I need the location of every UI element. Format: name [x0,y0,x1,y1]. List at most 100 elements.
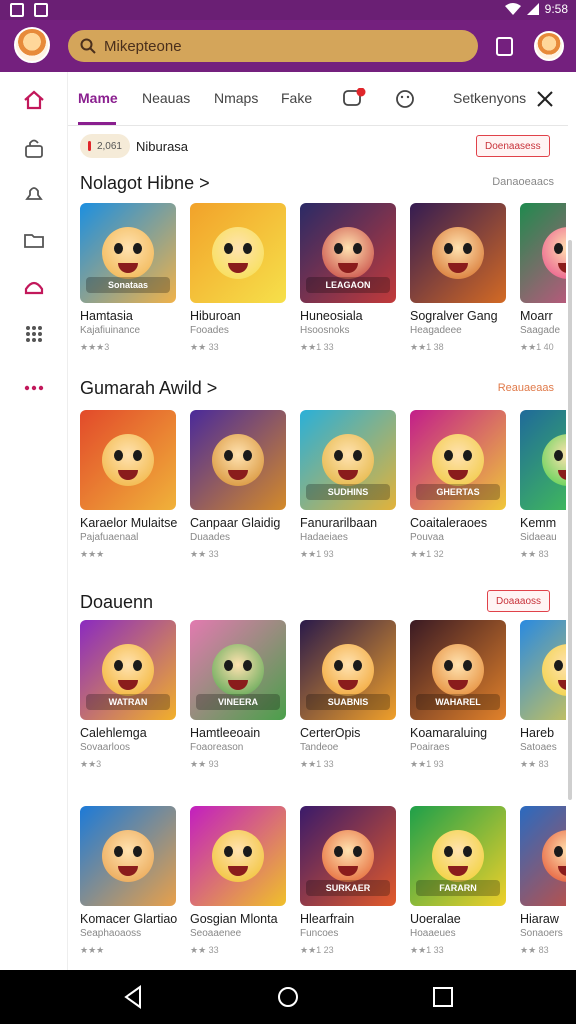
app-thumbnail[interactable] [520,806,566,906]
lock-icon[interactable] [20,134,48,162]
app-thumbnail[interactable] [190,806,286,906]
chip-count: 2,061 [96,140,122,152]
app-rating: ★★ 33 [190,945,219,955]
section-title[interactable]: Gumarah Awild > [80,378,217,399]
alarm-icon[interactable] [20,272,48,300]
action-button[interactable]: Doenaasess [476,135,550,157]
app-subtitle: Saagade [520,325,561,336]
app-card[interactable]: Hiaraw Sonaoers ★★ 83 [520,806,566,956]
tab-fake[interactable]: Fake [281,90,312,106]
app-card[interactable]: Sonataas Hamtasia Kajafiuinance ★★★3 [80,203,180,353]
tabs-button[interactable] [496,37,513,56]
home-icon[interactable] [20,86,48,114]
search-input[interactable] [104,37,464,55]
tab-maps[interactable]: Nmaps [214,90,258,106]
section-title[interactable]: Nolagot Hibne > [80,173,210,194]
app-thumbnail[interactable]: SUABNIS [300,620,396,720]
app-thumbnail[interactable]: WATRAN [80,620,176,720]
search-icon [80,38,96,54]
account-avatar[interactable] [534,31,564,61]
tab-settings[interactable]: Setkenyons [453,90,526,106]
app-card[interactable]: GHERTAS Coaitaleraoes Pouvaa ★★1 32 [410,410,510,560]
app-thumbnail[interactable] [520,410,566,510]
count-chip[interactable]: 2,061 [80,134,130,158]
app-thumbnail[interactable] [520,620,566,720]
app-card[interactable]: SUABNIS CerterOpis Tandeoe ★★1 33 [300,620,400,770]
app-title: Fanurarilbaan [300,516,378,530]
signal-icon [526,3,539,15]
section-see-all[interactable]: Danaoeaacs [492,176,554,188]
app-thumbnail[interactable] [190,410,286,510]
app-card[interactable]: Gosgian Mlonta Seoaaenee ★★ 33 [190,806,290,956]
chip-label: Niburasa [136,139,189,154]
app-card[interactable]: Canpaar Glaidig Duaades ★★ 33 [190,410,290,560]
app-card[interactable]: VINEERA Hamtleeoain Foaoreason ★★ 93 [190,620,290,770]
app-rating: ★★1 33 [410,945,444,955]
app-subtitle: Heagadeee [410,325,462,336]
app-title: Hamtleeoain [190,726,261,740]
app-subtitle: Sidaeau [520,532,557,543]
app-card[interactable]: Moarr Saagade ★★1 40 [520,203,566,353]
app-card[interactable]: LEAGAON Huneosiala Hsoosnoks ★★1 33 [300,203,400,353]
app-card[interactable]: Hiburoan Fooades ★★ 33 [190,203,290,353]
app-thumbnail[interactable]: SURKAER [300,806,396,906]
app-card[interactable]: Sogralver Gang Heagadeee ★★1 38 [410,203,510,353]
tab-home[interactable]: Mame [78,90,118,106]
app-card[interactable]: WATRAN Calehlemga Sovaarloos ★★3 [80,620,180,770]
app-thumbnail[interactable] [520,203,566,303]
app-thumbnail[interactable]: Sonataas [80,203,176,303]
tab-news[interactable]: Neauas [142,90,190,106]
thumbnail-banner: Sonataas [86,277,170,293]
app-subtitle: Kajafiuinance [80,325,141,336]
app-card[interactable]: WAHAREL Koamaraluing Poairaes ★★1 93 [410,620,510,770]
app-thumbnail[interactable]: GHERTAS [410,410,506,510]
app-title: Komacer Glartiao [80,912,178,926]
app-rating: ★★ 33 [190,342,219,352]
section-title[interactable]: Doauenn [80,592,153,613]
home-nav-icon[interactable] [275,984,301,1010]
app-card[interactable]: SUDHINS Fanurarilbaan Hadaeiaes ★★1 93 [300,410,400,560]
scrollbar[interactable] [568,240,572,800]
tab-bar: Mame Neauas Nmaps Fake Setkenyons [68,72,568,126]
recents-icon[interactable] [430,984,456,1010]
app-subtitle: Sonaoers [520,928,563,939]
app-title: Uoeralae [410,912,461,926]
close-icon[interactable] [536,90,554,113]
thumbnail-banner: SURKAER [306,880,390,896]
folder-icon[interactable] [20,226,48,254]
app-rating: ★★★3 [80,342,110,352]
app-thumbnail[interactable]: SUDHINS [300,410,396,510]
sidebar [0,72,68,970]
wifi-icon [504,3,521,15]
app-thumbnail[interactable]: WAHAREL [410,620,506,720]
emoji-icon[interactable] [394,88,416,115]
app-thumbnail[interactable] [80,410,176,510]
bell-icon[interactable] [20,180,48,208]
app-thumbnail[interactable] [190,203,286,303]
app-title: Gosgian Mlonta [190,912,278,926]
app-card[interactable]: Komacer Glartiao Seaphaoaoss ★★★ [80,806,180,956]
app-thumbnail[interactable]: FARARN [410,806,506,906]
section-see-all[interactable]: Reauaeaas [498,382,554,394]
app-thumbnail[interactable]: LEAGAON [300,203,396,303]
app-card[interactable]: FARARN Uoeralae Hoaaeues ★★1 33 [410,806,510,956]
app-card[interactable]: Hareb Satoaes ★★ 83 [520,620,566,770]
grid-icon[interactable] [20,320,48,348]
app-card[interactable]: Karaelor Mulaitse Pajafuaenaal ★★★ [80,410,180,560]
section-action-button[interactable]: Doaaaoss [487,590,551,612]
app-title: Hiburoan [190,309,241,323]
back-icon[interactable] [120,984,146,1010]
app-thumbnail[interactable] [410,203,506,303]
search-bar[interactable] [68,30,478,62]
more-icon[interactable] [20,374,48,402]
thumbnail-banner: VINEERA [196,694,280,710]
app-title: Hiaraw [520,912,559,926]
profile-avatar[interactable] [14,27,50,63]
app-thumbnail[interactable] [80,806,176,906]
app-rating: ★★ 93 [190,759,219,769]
chat-icon[interactable] [342,87,366,115]
app-subtitle: Pajafuaenaal [80,532,139,543]
app-card[interactable]: SURKAER Hlearfrain Funcoes ★★1 23 [300,806,400,956]
app-card[interactable]: Kemm Sidaeau ★★ 83 [520,410,566,560]
app-thumbnail[interactable]: VINEERA [190,620,286,720]
